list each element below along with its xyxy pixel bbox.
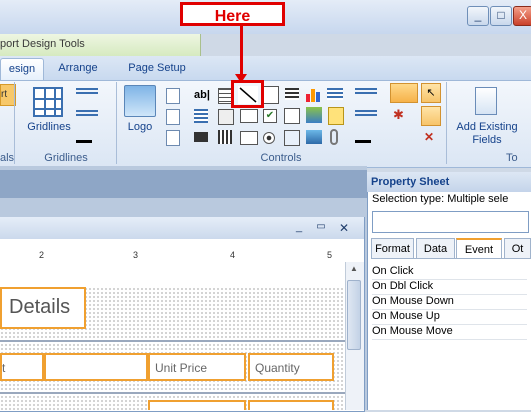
group-label-cut-right: To [506,152,518,164]
ruler-mark: 3 [133,250,139,260]
scroll-thumb[interactable] [347,280,361,350]
selection-combo-box[interactable] [372,211,529,233]
quantity-label[interactable]: Quantity [248,353,334,381]
date-time-icon[interactable] [166,130,180,146]
paperclip-icon[interactable] [330,129,338,145]
set-control-defaults-icon[interactable]: ✱ [393,108,407,122]
selection-type-caption: Selection type: [372,193,445,205]
unit-price-text: Unit Price [155,361,208,375]
select-pointer-icon[interactable]: ↖ [421,83,441,103]
scroll-up-icon[interactable]: ▲ [348,264,360,274]
toggle-button-icon[interactable] [263,86,279,104]
pen-color-icon[interactable] [76,130,92,143]
tab-design[interactable]: esign [0,58,44,80]
chart-glyph-icon [306,89,320,102]
check-box-icon[interactable]: ✔ [263,109,277,123]
line-type-icon[interactable] [355,110,377,118]
ruler-mark: 2 [39,250,45,260]
maximize-button[interactable]: □ [490,6,512,26]
property-row-on-mouse-down[interactable]: On Mouse Down [372,294,527,310]
gridlines-button-label[interactable]: Gridlines [26,121,72,133]
contextual-tab-label: port Design Tools [0,38,85,50]
quantity-text: Quantity [255,361,300,375]
add-existing-fields-icon[interactable] [475,87,497,115]
page-numbers-icon[interactable] [166,109,180,125]
section-divider [0,392,345,394]
rectangle-icon[interactable] [240,109,258,123]
option-button-icon[interactable] [263,132,275,144]
annotation-arrow-line [240,26,243,78]
unit-price-label[interactable]: Unit Price [148,353,246,381]
add-existing-fields-button-label[interactable]: Add Existing Fields [450,121,524,147]
tab-event[interactable]: Event [456,238,502,258]
group-separator [116,82,117,164]
group-label-gridlines: Gridlines [44,152,88,164]
option-group-icon[interactable] [194,109,208,123]
unbound-object-icon[interactable] [284,108,300,124]
chart-icon[interactable] [305,86,321,102]
subform-icon[interactable] [327,88,343,100]
image-icon[interactable] [306,107,322,123]
report-close-button[interactable]: ✕ [337,221,351,235]
property-row-on-mouse-move[interactable]: On Mouse Move [372,324,527,340]
logo-button-label[interactable]: Logo [122,121,158,133]
field-label[interactable] [44,353,148,381]
report-window-titlebar [0,217,364,239]
tab-underline [371,258,531,259]
quantity-textbox[interactable] [248,400,334,410]
logo-icon[interactable] [124,85,156,117]
page-break-icon[interactable] [218,130,232,144]
unit-price-textbox[interactable] [148,400,246,410]
navigation-pane-strip [0,170,367,198]
report-title-control[interactable]: Details [0,287,86,329]
use-control-wizards-icon[interactable] [421,106,441,126]
ruler-mark: 5 [327,250,333,260]
group-label-controls: Controls [260,152,302,164]
attachment-field-icon[interactable] [284,130,300,146]
text-box-icon[interactable]: ab| [194,89,210,101]
minimize-button[interactable]: _ [467,6,489,26]
report-minimize-button[interactable]: _ [292,221,306,235]
list-box-icon[interactable] [194,132,208,142]
activex-controls-icon[interactable]: ✕ [424,130,440,144]
tab-data[interactable]: Data [416,238,455,258]
selection-type-label: Selection type: Multiple sele [372,193,508,205]
property-row-on-mouse-up[interactable]: On Mouse Up [372,309,527,325]
line-color-icon[interactable] [355,130,371,143]
report-title-text: Details [9,296,71,318]
annotation-callout: Here [180,2,285,26]
label-icon[interactable] [218,88,232,104]
field-label-text: t [2,361,6,375]
line-thickness-icon[interactable] [355,88,377,96]
annotation-highlight-box [231,80,264,108]
hyperlink-icon[interactable] [240,131,258,145]
group-label-cut-left: als [0,152,14,164]
bound-object-icon[interactable] [328,107,344,125]
tab-page-setup[interactable]: Page Setup [118,58,196,79]
gridlines-icon[interactable] [33,87,63,117]
tab-control-icon[interactable] [285,88,299,100]
tab-other[interactable]: Ot [504,238,531,258]
combo-box-icon[interactable] [218,109,234,125]
selection-type-value: Multiple sele [447,193,509,205]
web-browser-icon[interactable] [306,130,322,144]
tab-format[interactable]: Format [371,238,414,258]
group-separator [14,82,15,164]
report-restore-button[interactable]: ▭ [314,221,328,235]
title-icon[interactable] [166,88,180,104]
close-button[interactable]: X [513,6,531,26]
border-width-icon[interactable] [76,110,98,118]
ruler-mark: 4 [230,250,236,260]
property-sheet-title: Property Sheet [367,172,531,192]
tab-arrange[interactable]: Arrange [48,58,108,79]
horizontal-ruler [0,248,345,263]
property-row-on-click[interactable]: On Click [372,264,527,280]
property-row-on-dbl-click[interactable]: On Dbl Click [372,279,527,295]
report-header-section [0,262,345,287]
field-label[interactable]: t [0,353,44,381]
group-separator [446,82,447,164]
section-divider [0,340,345,342]
select-line-icon[interactable] [390,83,418,103]
border-lines-icon[interactable] [76,88,98,96]
